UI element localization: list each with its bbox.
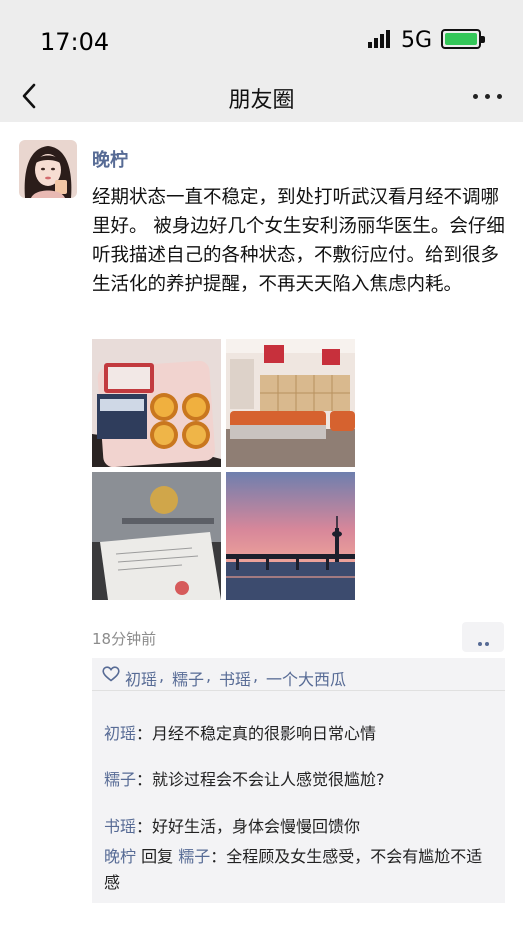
post-action-button[interactable] xyxy=(462,622,504,652)
battery-icon xyxy=(441,29,485,49)
two-dots-icon xyxy=(478,642,482,646)
post-photo-3[interactable] xyxy=(92,472,221,600)
network-type: 5G xyxy=(401,28,433,53)
comment-author[interactable]: 初瑶 xyxy=(104,724,136,743)
post-photo-2[interactable] xyxy=(226,339,355,467)
post-photo-4[interactable] xyxy=(226,472,355,600)
comment-author[interactable]: 晚柠 xyxy=(104,847,136,866)
post-username[interactable]: 晚柠 xyxy=(92,146,128,172)
liker-name[interactable]: 一个大西瓜 xyxy=(266,666,346,690)
more-button[interactable] xyxy=(471,82,505,110)
more-dots-icon xyxy=(473,94,478,99)
status-bar: 17:04 5G xyxy=(0,0,523,72)
post-text: 经期状态一直不稳定，到处打听武汉看月经不调哪里好。 被身边好几个女生安利汤丽华医… xyxy=(92,187,505,295)
post-timestamp: 18分钟前 xyxy=(92,630,157,648)
comment-author[interactable]: 糯子 xyxy=(104,770,136,789)
comment-item[interactable]: 书瑶：好好生活，身体会慢慢回馈你 xyxy=(104,814,484,840)
status-time: 17:04 xyxy=(40,28,110,56)
reply-target[interactable]: 糯子 xyxy=(178,847,210,866)
comment-text: 就诊过程会不会让人感觉很尴尬? xyxy=(152,770,385,789)
comment-text: 月经不稳定真的很影响日常心情 xyxy=(152,724,377,743)
comments-section: 初瑶：月经不稳定真的很影响日常心情 糯子：就诊过程会不会让人感觉很尴尬? 书瑶：… xyxy=(92,691,505,903)
comment-author[interactable]: 书瑶 xyxy=(104,817,136,836)
comment-item[interactable]: 初瑶：月经不稳定真的很影响日常心情 xyxy=(104,721,484,747)
comment-item[interactable]: 糯子：就诊过程会不会让人感觉很尴尬? xyxy=(104,767,484,793)
nav-bar: 朋友圈 xyxy=(0,72,523,122)
heart-outline-icon xyxy=(102,666,120,682)
liker-name[interactable]: 书瑶 xyxy=(219,666,251,690)
reply-label: 回复 xyxy=(136,847,179,866)
post-photo-1[interactable] xyxy=(92,339,221,467)
likes-section: 初瑶, 糯子, 书瑶, 一个大西瓜 xyxy=(92,658,505,690)
liker-name[interactable]: 初瑶 xyxy=(125,666,157,690)
page-title: 朋友圈 xyxy=(228,88,295,113)
signal-icon xyxy=(368,30,392,48)
avatar[interactable] xyxy=(19,140,77,198)
liker-name[interactable]: 糯子 xyxy=(172,666,204,690)
comment-text: 好好生活，身体会慢慢回馈你 xyxy=(152,817,361,836)
comment-item[interactable]: 晚柠 回复 糯子：全程顾及女生感受，不会有尴尬不适感 xyxy=(104,844,484,896)
